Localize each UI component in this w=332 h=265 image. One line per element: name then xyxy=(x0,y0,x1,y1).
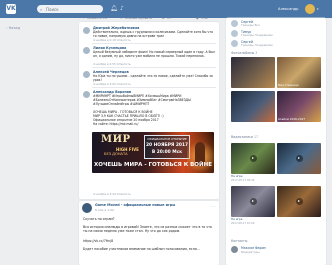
post-actions: ♡ Нравится 16 ▭ Комментировать ➦ 15 ◉ 1,… xyxy=(82,16,214,20)
photo-thumbnail[interactable] xyxy=(231,57,275,88)
photo-caption: Моя страница xyxy=(278,83,299,87)
vk-logo[interactable]: VK xyxy=(6,4,16,14)
views-count: 1,4K xyxy=(201,16,208,20)
post-author[interactable]: Game Moved - официальные новые игры xyxy=(95,203,175,207)
contact-item[interactable]: Максим Фарин Модераторы xyxy=(231,246,321,256)
avatar[interactable] xyxy=(83,47,90,54)
post-card: Game Moved - официальные новые игры 8 ап… xyxy=(79,201,219,265)
back-arrow-icon: ‹ xyxy=(6,26,8,30)
share-icon[interactable]: ➦ xyxy=(162,16,165,20)
photos-title: Фотоальбомы xyxy=(231,51,255,55)
photos-section-title[interactable]: Фотоальбомы 3 xyxy=(231,51,257,55)
banner-free: БЕЗ ДОНАТА xyxy=(104,152,128,156)
avatar[interactable] xyxy=(83,27,90,34)
divider xyxy=(92,43,216,44)
divider xyxy=(92,87,216,88)
friend-sub: Тренеры Все xyxy=(241,23,260,27)
comment-meta[interactable]: 4 ноября в 3:44 Ответить xyxy=(93,192,131,196)
avatar[interactable] xyxy=(83,71,90,78)
post-text: Вся история иналюды в игровой! Знаете, ч… xyxy=(83,225,212,234)
video-thumbnail[interactable] xyxy=(277,143,321,174)
chevron-down-icon: ▾ xyxy=(317,7,319,11)
video-thumbnail[interactable] xyxy=(231,186,275,217)
promo-banner-image[interactable]: МИР HIGH FIVE БЕЗ ДОНАТА ОФИЦИАЛЬНОЕ ОТК… xyxy=(92,132,214,173)
friend-sub: Тренеры Поздравляю xyxy=(241,33,273,37)
comment-text: Но Юра ты по ушами - сделайте что-то нов… xyxy=(93,74,213,82)
user-menu[interactable]: Александр ▾ xyxy=(278,3,324,15)
banner-date-box: ОФИЦИАЛЬНОЕ ОТКРЫТИЕ 20 НОЯБРЯ 2017 В 20… xyxy=(144,135,190,159)
videos-count: 17 xyxy=(254,135,259,139)
like-label[interactable]: Нравится 16 xyxy=(87,16,107,20)
avatar xyxy=(231,40,238,47)
friend-item[interactable]: Тимур Тренеры Поздравляю xyxy=(231,30,321,40)
music-icon[interactable]: ♪ xyxy=(120,5,124,13)
friend-item[interactable]: Сергей Тренеры Все xyxy=(231,20,321,30)
video-thumbnail[interactable] xyxy=(277,186,321,217)
contacts-section-title: Контакты xyxy=(231,239,247,243)
avatar xyxy=(231,246,238,253)
post-link[interactable]: https://vk.cc/7Hnj8 xyxy=(83,239,213,243)
play-icon xyxy=(249,198,257,205)
comment-meta[interactable]: 4 ноября в 3:02 Ответить xyxy=(93,82,131,87)
comment-label[interactable]: Комментировать xyxy=(125,16,152,20)
post-time[interactable]: 8 апр в 1:00 xyxy=(95,208,114,212)
avatar xyxy=(305,4,315,14)
comment-text: Целый безумный лабиринт фаил! Но новый с… xyxy=(93,50,215,58)
avatar xyxy=(231,30,238,37)
avatar[interactable] xyxy=(83,91,90,98)
user-name: Александр xyxy=(278,7,299,11)
views-icon: ◉ xyxy=(196,16,199,20)
avatar xyxy=(231,20,238,27)
comments-card: Дмитрий Жеребятников Действительно, ждеш… xyxy=(79,22,219,199)
promo-link[interactable]: На сайте: https://mir.mail.ru/ xyxy=(93,122,216,126)
contacts-title: Контакты xyxy=(231,239,248,243)
right-sidebar xyxy=(226,18,326,265)
bell-icon[interactable]: 🔔︎ xyxy=(110,5,118,13)
friend-item[interactable]: Сергей Тренеры Поздравляю xyxy=(231,40,321,50)
photo-thumbnail[interactable]: Альбом 2016-2017 xyxy=(277,91,321,122)
banner-date: 20 НОЯБРЯ 2017 xyxy=(145,143,189,148)
back-label: Назад xyxy=(8,26,21,30)
back-link[interactable]: ‹ Назад xyxy=(6,26,20,30)
photo-caption: Альбом 2016-2017 xyxy=(278,117,306,121)
post-text: Будет пособие участников внимание но шаб… xyxy=(83,247,200,251)
videos-section-title[interactable]: Видеозаписи 17 xyxy=(231,135,258,139)
comment-icon[interactable]: ▭ xyxy=(120,16,123,20)
play-icon xyxy=(249,155,257,162)
photo-thumbnail[interactable]: Моя страница xyxy=(277,57,321,88)
divider xyxy=(92,67,216,68)
play-icon xyxy=(295,155,303,162)
photos-count: 3 xyxy=(255,51,258,55)
play-icon xyxy=(295,198,303,205)
avatar[interactable] xyxy=(82,203,92,213)
videos-title: Видеозаписи xyxy=(231,135,254,139)
share-count: 15 xyxy=(167,16,171,20)
comment-meta[interactable]: 4 ноября в 2:55 Ответить xyxy=(93,62,131,67)
post-text: Скучать по играм? xyxy=(83,217,115,221)
comment-meta[interactable]: 4 ноября в 0:18 Ответить xyxy=(93,38,131,43)
contact-role: Модераторы xyxy=(241,250,260,254)
more-icon[interactable]: ⋯ xyxy=(211,204,215,209)
banner-title: МИР xyxy=(101,134,131,145)
photo-thumbnail[interactable] xyxy=(231,91,275,122)
friend-sub: Тренеры Поздравляю xyxy=(241,43,273,47)
banner-tagline: ХОЧЕШЬ МИРА - ГОТОВЬСЯ К ВОЙНЕ xyxy=(94,162,212,168)
video-thumbnail[interactable] xyxy=(231,143,275,174)
banner-box-label: ОФИЦИАЛЬНОЕ ОТКРЫТИЕ xyxy=(147,137,187,141)
search-box[interactable]: ⌕ xyxy=(37,5,103,13)
video-date: 2017-08-17 01:00 xyxy=(231,221,255,225)
comment-text: Действительно, ждешь с грудными и колеси… xyxy=(93,30,213,38)
banner-time: В 20:00 Мск xyxy=(151,150,183,155)
like-icon[interactable]: ♡ xyxy=(82,16,85,20)
search-input[interactable] xyxy=(46,6,101,12)
search-icon: ⌕ xyxy=(40,6,43,12)
comment-text: #МИРИНРТ #ИгрыВойныВМИРЕ #ХочешьМира #МИ… xyxy=(93,94,191,106)
video-date: 2017-08-17 09:40 xyxy=(231,178,255,182)
